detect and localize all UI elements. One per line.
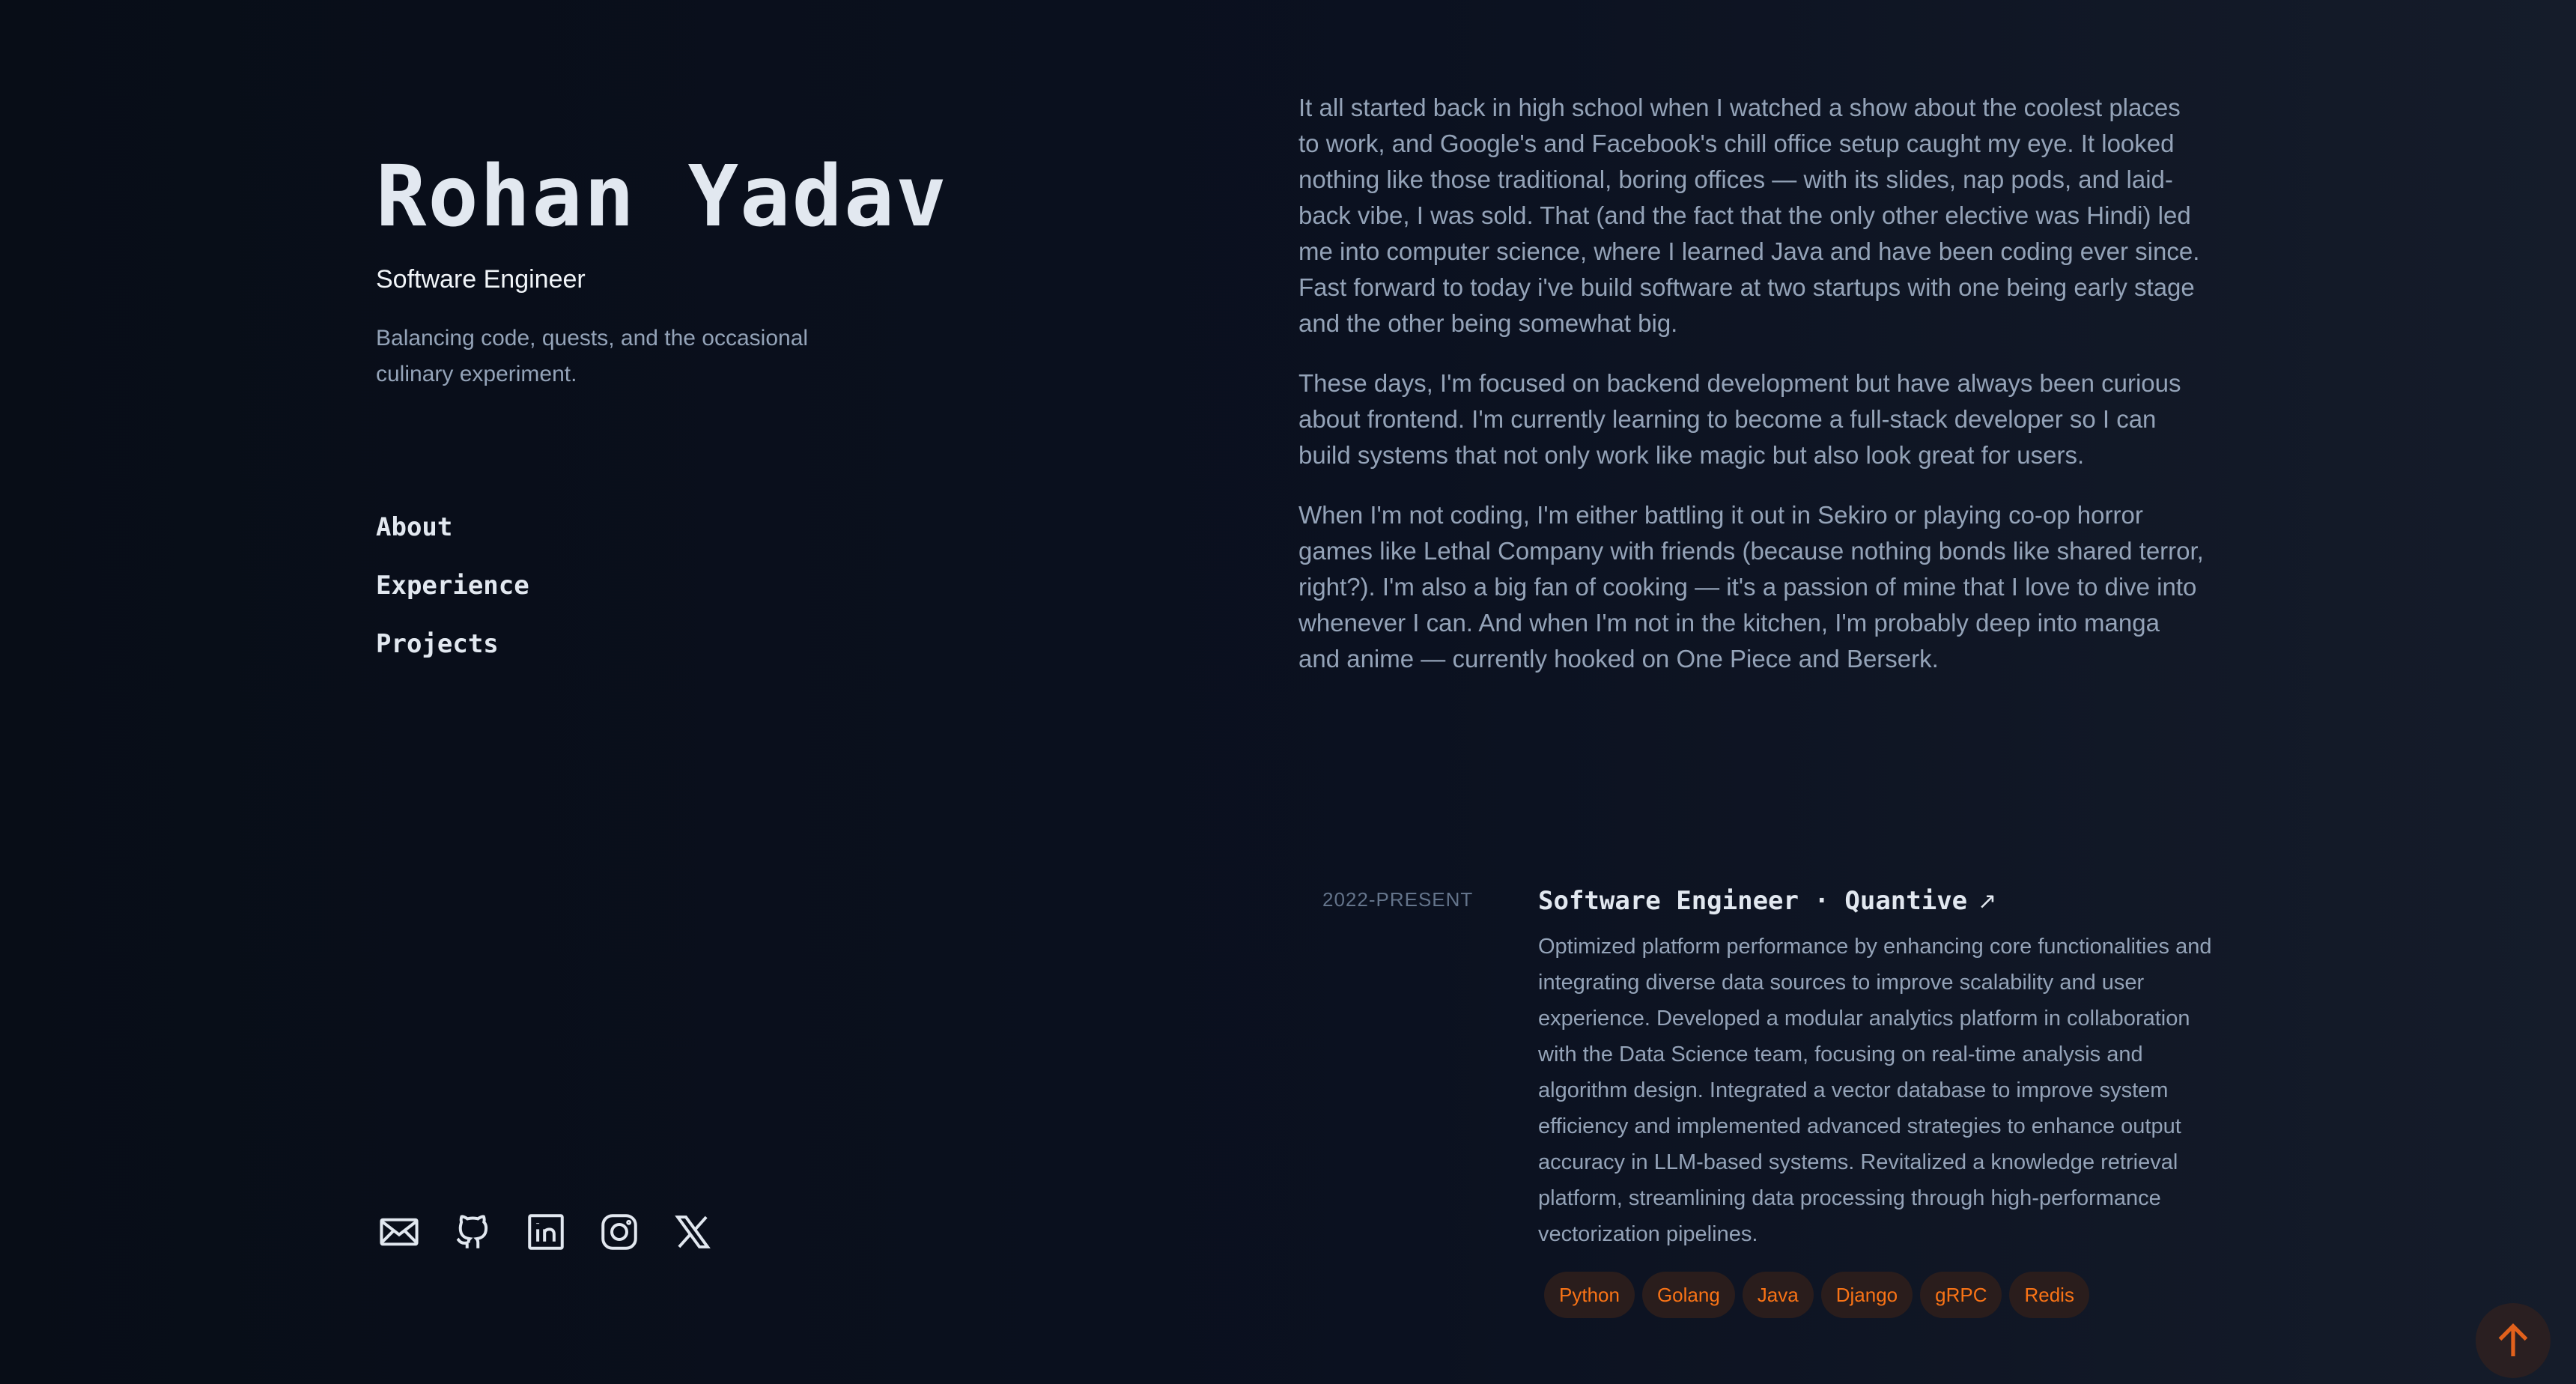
external-link-icon: ↗ — [1978, 887, 1997, 914]
social-links — [376, 1209, 716, 1255]
about-paragraph: When I'm not coding, I'm either battling… — [1298, 501, 2204, 673]
linkedin-icon[interactable] — [523, 1209, 569, 1255]
nav-item-about[interactable]: About — [376, 509, 529, 568]
profile-role: Software Engineer — [376, 265, 586, 294]
tech-tag: Django — [1820, 1272, 1913, 1318]
tech-tags: Python Golang Java Django gRPC Redis — [1538, 1272, 2212, 1318]
scroll-to-top-button[interactable] — [2476, 1303, 2551, 1378]
experience-date: 2022-PRESENT — [1322, 888, 1474, 911]
github-icon[interactable] — [449, 1209, 496, 1255]
nav-item-experience[interactable]: Experience — [376, 568, 529, 626]
tech-tag: Redis — [2009, 1272, 2089, 1318]
tech-tag: Java — [1742, 1272, 1814, 1318]
about-section: It all started back in high school when … — [1298, 90, 2205, 701]
experience-body: Software Engineer · Quantive ↗ Optimized… — [1538, 881, 2212, 1318]
mail-icon[interactable] — [376, 1209, 422, 1255]
about-paragraph: It all started back in high school when … — [1298, 94, 2200, 337]
x-icon[interactable] — [669, 1209, 716, 1255]
tech-tag: Golang — [1641, 1272, 1735, 1318]
tech-tag: gRPC — [1920, 1272, 2002, 1318]
instagram-icon[interactable] — [596, 1209, 643, 1255]
profile-name: Rohan Yadav — [376, 148, 948, 246]
portfolio-page: Rohan Yadav Software Engineer Balancing … — [0, 0, 2576, 1384]
section-nav: About Experience Projects — [376, 509, 529, 685]
nav-item-projects[interactable]: Projects — [376, 626, 529, 685]
profile-tagline: Balancing code, quests, and the occasion… — [376, 326, 809, 386]
experience-title: Software Engineer · Quantive — [1538, 886, 1968, 916]
arrow-up-icon — [2498, 1323, 2528, 1356]
tech-tag: Python — [1544, 1272, 1635, 1318]
experience-description: Optimized platform performance by enhanc… — [1538, 935, 2212, 1246]
experience-title-link[interactable]: Software Engineer · Quantive ↗ — [1538, 881, 2212, 921]
left-column: Rohan Yadav Software Engineer Balancing … — [376, 0, 1050, 1384]
about-paragraph: These days, I'm focused on backend devel… — [1298, 369, 2181, 469]
